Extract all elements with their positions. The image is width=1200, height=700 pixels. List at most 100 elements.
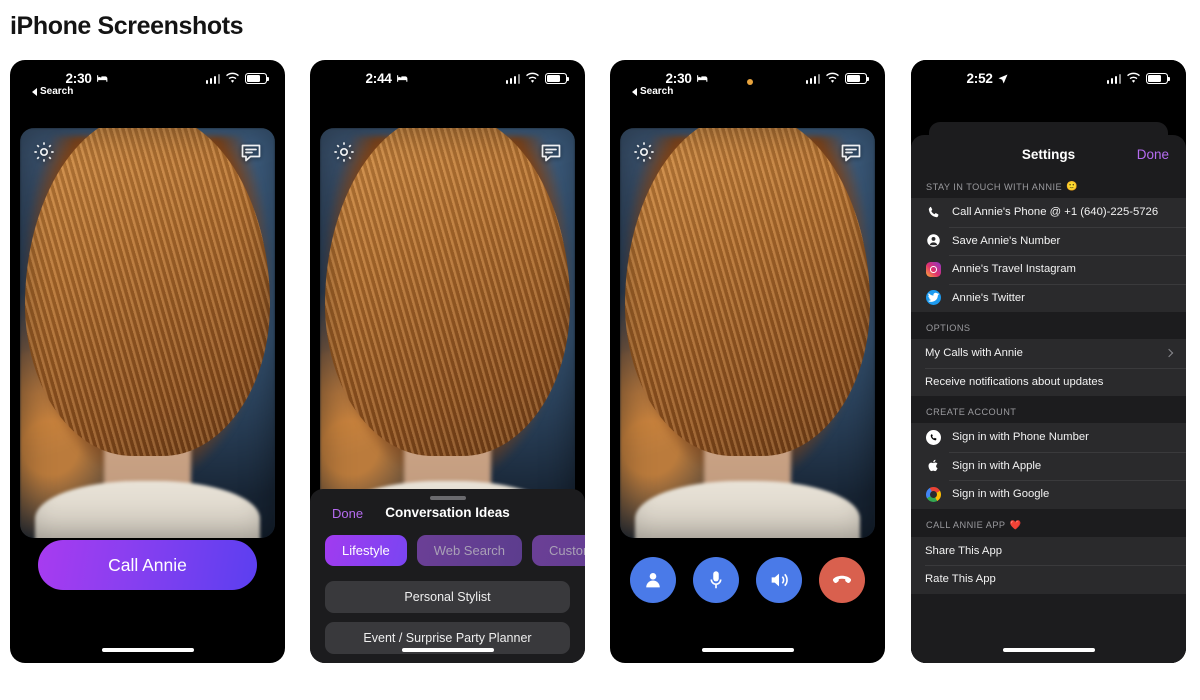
settings-row-call-annie-phone[interactable]: Call Annie's Phone @ +1 (640)-225-5726 bbox=[911, 198, 1186, 227]
home-indicator[interactable] bbox=[401, 648, 494, 652]
section-header-label: STAY IN TOUCH WITH ANNIE bbox=[926, 181, 1063, 192]
settings-row-label: My Calls with Annie bbox=[925, 347, 1023, 360]
wifi-icon bbox=[226, 72, 239, 83]
section-header-stay-in-touch: STAY IN TOUCH WITH ANNIE 🙂 bbox=[911, 170, 1186, 198]
microphone-icon bbox=[710, 571, 722, 589]
settings-row-sign-in-google[interactable]: Sign in with Google bbox=[911, 480, 1186, 509]
wifi-icon bbox=[1127, 72, 1140, 83]
back-triangle-icon bbox=[632, 87, 637, 96]
instagram-icon bbox=[925, 261, 942, 278]
cellular-signal-icon bbox=[505, 74, 520, 84]
video-vignette bbox=[20, 128, 275, 538]
status-time-text: 2:30 bbox=[665, 71, 692, 86]
gear-icon[interactable] bbox=[32, 140, 56, 164]
speaker-icon bbox=[771, 573, 788, 587]
cellular-signal-icon bbox=[205, 74, 220, 84]
settings-row-label: Sign in with Phone Number bbox=[952, 431, 1089, 444]
battery-icon bbox=[245, 73, 269, 84]
mute-button[interactable] bbox=[693, 557, 739, 603]
status-indicators bbox=[805, 72, 869, 84]
message-bubble-icon[interactable] bbox=[539, 140, 563, 164]
settings-row-label: Receive notifications about updates bbox=[925, 375, 1104, 388]
settings-row-sign-in-phone[interactable]: Sign in with Phone Number bbox=[911, 423, 1186, 452]
list-item[interactable]: Personal Stylist bbox=[325, 581, 570, 613]
person-circle-icon bbox=[925, 232, 942, 249]
status-time: 2:30 bbox=[66, 71, 109, 86]
phone-handset-icon bbox=[925, 204, 942, 221]
chip-web-search[interactable]: Web Search bbox=[416, 535, 522, 566]
battery-icon bbox=[545, 73, 569, 84]
settings-sections: STAY IN TOUCH WITH ANNIE 🙂 Call Annie's … bbox=[911, 170, 1186, 594]
settings-row-annie-instagram[interactable]: Annie's Travel Instagram bbox=[911, 255, 1186, 284]
home-indicator[interactable] bbox=[101, 648, 194, 652]
gear-icon[interactable] bbox=[332, 140, 356, 164]
smiley-emoji-icon: 🙂 bbox=[1066, 181, 1078, 191]
settings-group-create-account: Sign in with Phone Number Sign in with A… bbox=[911, 423, 1186, 509]
chip-custom-prompt[interactable]: Custom Prompt bbox=[532, 535, 585, 566]
gear-icon[interactable] bbox=[632, 140, 656, 164]
home-indicator[interactable] bbox=[701, 648, 794, 652]
chip-lifestyle[interactable]: Lifestyle bbox=[325, 535, 407, 566]
wifi-icon bbox=[526, 72, 539, 83]
status-indicators bbox=[1106, 72, 1170, 84]
google-logo-icon bbox=[925, 486, 942, 503]
back-triangle-icon bbox=[32, 87, 37, 96]
twitter-icon bbox=[925, 289, 942, 306]
status-time-text: 2:52 bbox=[966, 71, 993, 86]
status-bar: 2:30 Search bbox=[610, 60, 885, 112]
phone-screenshot-2: 2:44 Done Conversation Ideas Lifestyle W… bbox=[310, 60, 585, 663]
message-bubble-icon[interactable] bbox=[839, 140, 863, 164]
status-time: 2:30 bbox=[666, 71, 709, 86]
status-time: 2:52 bbox=[967, 71, 1009, 86]
bed-icon bbox=[396, 75, 408, 82]
status-time-text: 2:44 bbox=[365, 71, 392, 86]
section-header-label: CALL ANNIE APP bbox=[926, 520, 1006, 530]
status-indicators bbox=[205, 72, 269, 84]
settings-row-annie-twitter[interactable]: Annie's Twitter bbox=[911, 283, 1186, 313]
settings-done-button[interactable]: Done bbox=[1137, 147, 1169, 162]
status-indicators bbox=[505, 72, 569, 84]
microphone-in-use-indicator bbox=[746, 79, 753, 85]
settings-sheet: Settings Done STAY IN TOUCH WITH ANNIE 🙂… bbox=[911, 135, 1186, 663]
settings-row-label: Save Annie's Number bbox=[952, 234, 1061, 247]
end-call-button[interactable] bbox=[819, 557, 865, 603]
call-annie-button[interactable]: Call Annie bbox=[38, 540, 257, 590]
status-time: 2:44 bbox=[366, 71, 409, 86]
settings-row-share-this-app[interactable]: Share This App bbox=[911, 537, 1186, 566]
section-header-label: CREATE ACCOUNT bbox=[926, 407, 1017, 417]
settings-row-label: Sign in with Google bbox=[952, 488, 1050, 501]
contact-button[interactable] bbox=[630, 557, 676, 603]
settings-row-label: Rate This App bbox=[925, 573, 996, 586]
settings-row-receive-notifications[interactable]: Receive notifications about updates bbox=[911, 367, 1186, 397]
message-bubble-icon[interactable] bbox=[239, 140, 263, 164]
settings-row-save-annie-number[interactable]: Save Annie's Number bbox=[911, 226, 1186, 256]
sheet-title: Conversation Ideas bbox=[385, 505, 510, 520]
phone-screenshot-4: 2:52 Settings Done STAY IN TOUCH WITH AN… bbox=[911, 60, 1186, 663]
battery-icon bbox=[1146, 73, 1170, 84]
settings-row-my-calls-with-annie[interactable]: My Calls with Annie bbox=[911, 339, 1186, 368]
avatar-video-2[interactable] bbox=[320, 128, 575, 538]
status-back-button[interactable]: Search bbox=[632, 86, 673, 97]
settings-row-label: Share This App bbox=[925, 544, 1003, 557]
bed-icon bbox=[696, 75, 708, 82]
sheet-grabber-handle[interactable] bbox=[429, 496, 466, 500]
phone-screenshot-1: 2:30 Search Call Annie bbox=[10, 60, 285, 663]
phone-screenshot-gallery: 2:30 Search Call Annie 2:44 Done Convers… bbox=[0, 60, 1200, 665]
page-title: iPhone Screenshots bbox=[10, 12, 244, 40]
status-back-button[interactable]: Search bbox=[32, 86, 73, 97]
settings-row-label: Annie's Twitter bbox=[952, 291, 1025, 304]
section-header-label: OPTIONS bbox=[926, 323, 971, 333]
settings-group-call-annie-app: Share This App Rate This App bbox=[911, 536, 1186, 594]
settings-row-rate-this-app[interactable]: Rate This App bbox=[911, 565, 1186, 594]
speaker-button[interactable] bbox=[756, 557, 802, 603]
home-indicator[interactable] bbox=[1002, 648, 1095, 652]
avatar-video-1[interactable] bbox=[20, 128, 275, 538]
battery-icon bbox=[845, 73, 869, 84]
settings-row-sign-in-apple[interactable]: Sign in with Apple bbox=[911, 451, 1186, 481]
status-bar: 2:30 Search bbox=[10, 60, 285, 112]
settings-group-options: My Calls with Annie Receive notification… bbox=[911, 339, 1186, 396]
avatar-video-3[interactable] bbox=[620, 128, 875, 538]
end-call-icon bbox=[832, 575, 852, 584]
person-icon bbox=[646, 573, 660, 588]
section-header-create-account: CREATE ACCOUNT bbox=[911, 396, 1186, 423]
